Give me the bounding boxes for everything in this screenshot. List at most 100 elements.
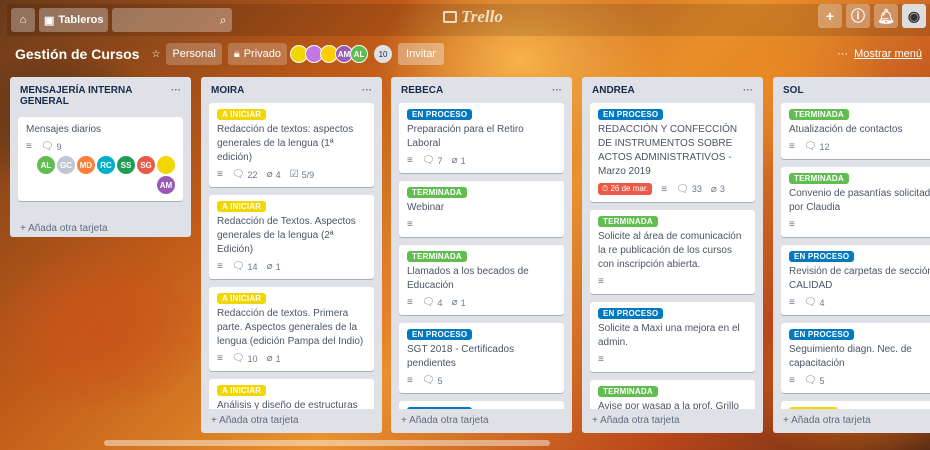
attachment-count: 1 (275, 353, 281, 364)
card[interactable]: EN PROCESO Seguimiento diagn. Nec. de cap… (781, 323, 930, 393)
board-title[interactable]: Gestión de Cursos (15, 46, 139, 62)
card-badges: ≡ (407, 219, 556, 230)
member-avatar[interactable]: SS (117, 156, 135, 174)
add-card-button[interactable]: + Añada otra tarjeta (391, 409, 572, 433)
list-header[interactable]: SOL··· (773, 77, 930, 101)
card-title: Atualización de contactos (789, 124, 903, 135)
card-list: EN PROCESO REDACCIÓN Y CONFECCIÓN DE INST… (582, 103, 763, 409)
create-button[interactable]: + (818, 4, 842, 28)
card-list: TERMINADA Atualización de contactos ≡ 🗨︎ 12 T… (773, 103, 930, 409)
horizontal-scrollbar[interactable] (104, 440, 550, 446)
team-button[interactable]: Personal (166, 43, 222, 65)
description-icon: ≡ (217, 353, 223, 364)
card[interactable]: TERMINADA Solicite al área de comunicació… (590, 210, 755, 294)
add-card-button[interactable]: + Añada otra tarjeta (582, 409, 763, 433)
card[interactable]: TERMINADA Avise por wasap a la prof. Gril… (590, 380, 755, 409)
description-icon: ≡ (407, 219, 413, 230)
card-badges: ≡ 🗨︎ 14 ⌀ 1 (217, 261, 366, 272)
list-title[interactable]: SOL (783, 85, 804, 99)
list: SOL··· TERMINADA Atualización de contactos… (773, 77, 930, 433)
bell-icon: 🔔︎ (877, 7, 895, 24)
member-avatar[interactable]: AM (157, 176, 175, 194)
member-count[interactable]: 10 (374, 45, 393, 63)
add-card-button[interactable]: + Añada otra tarjeta (201, 409, 382, 433)
card[interactable]: TERMINADA Convenio de pasantías solicitad… (781, 167, 930, 237)
description-icon: ≡ (789, 141, 795, 152)
invite-button[interactable]: Invitar (398, 43, 444, 65)
list-title[interactable]: MENSAJERÍA INTERNA GENERAL (20, 85, 140, 115)
card[interactable]: A INICIAR Redacción de textos: aspectos g… (209, 103, 374, 187)
list-menu-icon[interactable]: ··· (552, 85, 562, 99)
card[interactable]: A INICIAR Análisis y diseño de estructura… (209, 379, 374, 409)
list-header[interactable]: MOIRA ··· (201, 77, 382, 101)
comment-count: 4 (437, 297, 443, 308)
paperclip-icon: ⌀ (266, 261, 273, 272)
list-title[interactable]: ANDREA (592, 85, 635, 99)
list-title[interactable]: MOIRA (211, 85, 244, 99)
list-menu-icon[interactable]: ··· (171, 85, 181, 115)
card-title: Convenio de pasantías solicitado por Cla… (789, 188, 930, 213)
card-label: EN PROCESO (789, 251, 855, 262)
comment-count: 7 (437, 155, 443, 166)
list-title[interactable]: REBECA (401, 85, 443, 99)
search-input[interactable]: ⌕ (112, 8, 233, 32)
card-title: Solicite a Maxi una mejora en el admin. (598, 323, 740, 348)
card[interactable]: EN PROCESOSGT 2019≡ (399, 401, 564, 409)
member-avatar[interactable] (157, 156, 175, 174)
show-menu-button[interactable]: ··· Mostrar menú (837, 48, 922, 60)
card-label: A INICIAR (217, 293, 267, 304)
board-members[interactable]: AM AL (290, 45, 369, 63)
info-button[interactable]: ⓘ (846, 4, 870, 28)
member-avatar[interactable]: SG (137, 156, 155, 174)
card[interactable]: A INICIAR Redacción de Textos. Aspectos g… (209, 195, 374, 279)
card[interactable]: EN PROCESO Solicite a Maxi una mejora en … (590, 302, 755, 372)
comment-count: 9 (56, 141, 62, 152)
add-card-button[interactable]: + Añada otra tarjeta (10, 217, 191, 237)
card[interactable]: TERMINADA Webinar ≡ (399, 181, 564, 237)
member-avatar[interactable]: AL (350, 45, 369, 63)
card[interactable]: A INICIAR Redacción de textos. Primera pa… (209, 287, 374, 371)
description-icon: ≡ (789, 297, 795, 308)
info-icon: ⓘ (851, 8, 865, 24)
description-icon: ≡ (598, 354, 604, 365)
card[interactable]: TERMINADA Llamados a los becados de Educa… (399, 245, 564, 315)
boards-button[interactable]: ▣ Tableros (39, 8, 109, 32)
card[interactable]: EN PROCESO SGT 2018 - Certificados pendie… (399, 323, 564, 393)
card[interactable]: EN PROCESO Preparación para el Retiro Lab… (399, 103, 564, 173)
card-title: Revisión de carpetas de sección CALIDAD (789, 266, 930, 291)
card-badges: ≡ 🗨︎ 5 (407, 375, 556, 386)
list-menu-icon[interactable]: ··· (743, 85, 753, 99)
member-avatar[interactable]: GC (57, 156, 75, 174)
visibility-button[interactable]: 🔒︎ Privado (227, 43, 288, 65)
list-header[interactable]: MENSAJERÍA INTERNA GENERAL ··· (10, 77, 191, 117)
home-button[interactable]: ⌂ (11, 8, 35, 32)
card-list: A INICIAR Redacción de textos: aspectos g… (201, 103, 382, 409)
trello-logo[interactable]: Trello (443, 7, 503, 27)
member-avatar[interactable]: RC (97, 156, 115, 174)
comment-count: 22 (247, 169, 258, 180)
member-avatar[interactable]: AL (37, 156, 55, 174)
user-avatar[interactable]: ◉ (902, 4, 926, 28)
list-menu-icon[interactable]: ··· (362, 85, 372, 99)
plus-icon: + (825, 8, 835, 24)
member-avatar[interactable]: MD (77, 156, 95, 174)
card-title: Mensajes diarios (26, 124, 102, 135)
card[interactable]: TERMINADA Atualización de contactos ≡ 🗨︎ 12 (781, 103, 930, 159)
attachment-count: 1 (460, 297, 466, 308)
notifications-button[interactable]: 🔔︎ (874, 4, 898, 28)
list-header[interactable]: REBECA ··· (391, 77, 572, 101)
star-icon[interactable]: ☆ (151, 49, 160, 60)
trello-logo-icon (443, 11, 457, 23)
add-card-button[interactable]: + Añada otra tarjeta (773, 409, 930, 433)
card[interactable]: EN PROCESO REDACCIÓN Y CONFECCIÓN DE INST… (590, 103, 755, 202)
card[interactable]: Mensajes diarios ≡ 🗨︎ 9 AL GC MD RC SS SG AM (18, 117, 183, 201)
description-icon: ≡ (407, 297, 413, 308)
card[interactable]: EN PROCESO Revisión de carpetas de secció… (781, 245, 930, 315)
card-title: Redacción de textos: aspectos generales … (217, 124, 354, 163)
card-badges: ≡ (789, 219, 930, 230)
comment-icon: 🗨︎ (803, 141, 817, 152)
paperclip-icon: ⌀ (266, 169, 273, 180)
card[interactable]: A INICIAR (781, 401, 930, 409)
list-header[interactable]: ANDREA ··· (582, 77, 763, 101)
comments-badge: 🗨︎ 4 (422, 297, 443, 308)
